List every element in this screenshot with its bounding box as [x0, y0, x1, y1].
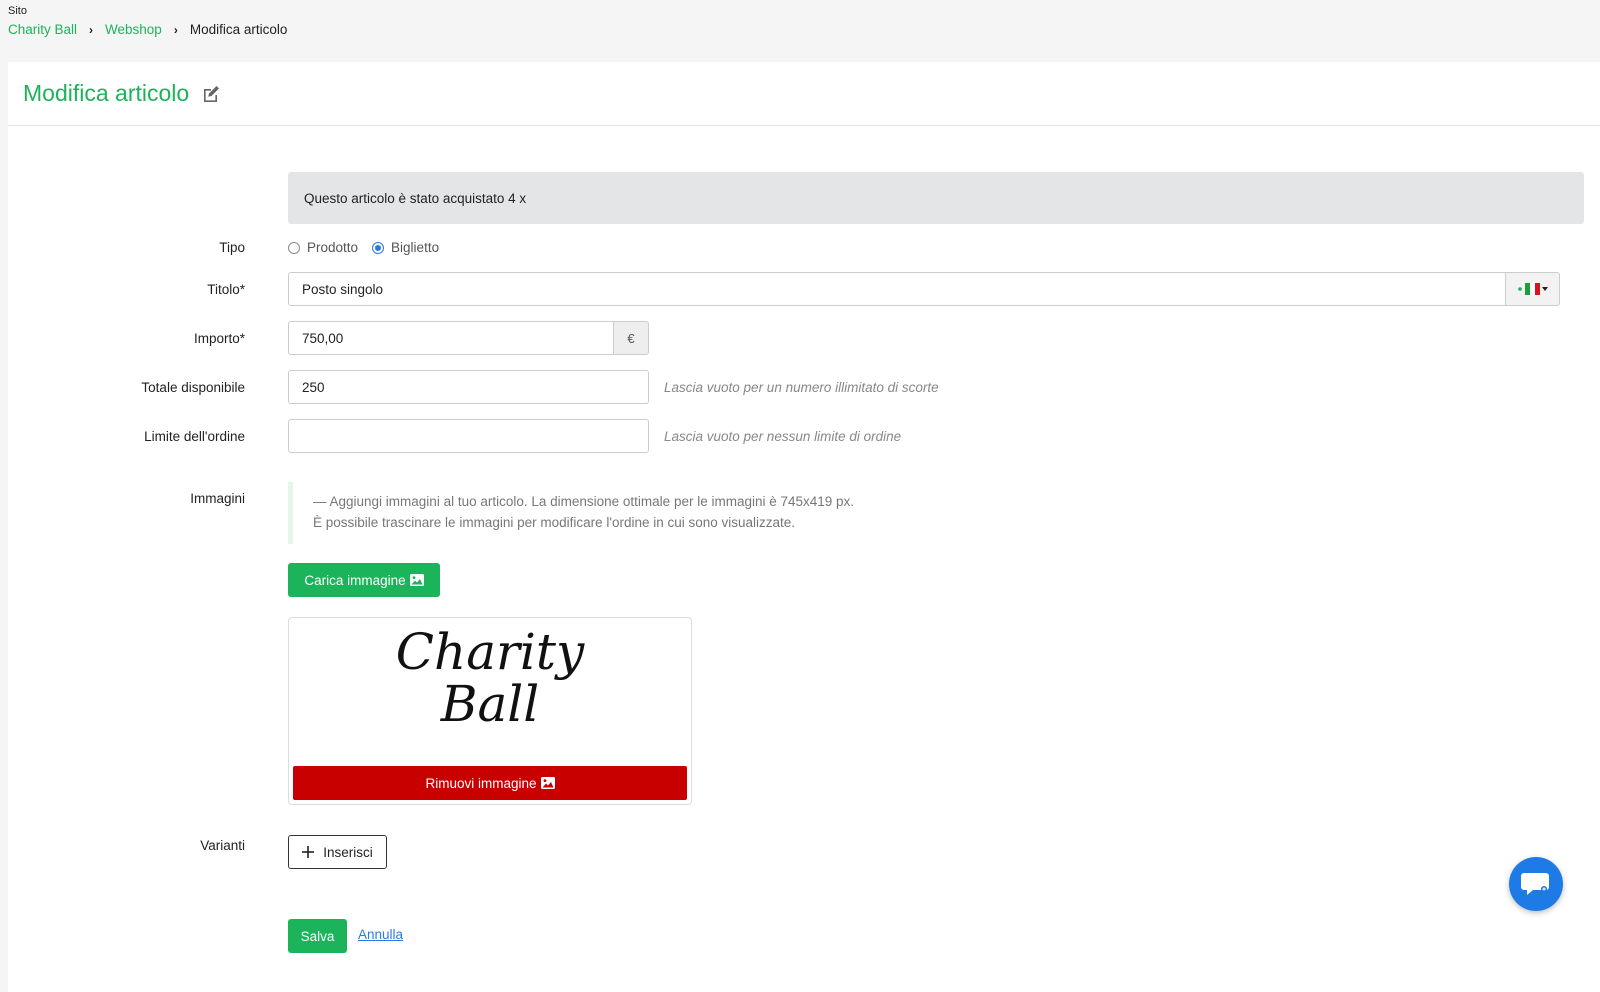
totale-hint: Lascia vuoto per un numero illimitato di… [664, 380, 939, 395]
plus-icon [302, 846, 315, 858]
breadcrumb-current: Modifica articolo [189, 22, 288, 37]
breadcrumb-separator: › [89, 22, 94, 37]
edit-panel: Modifica articolo Questo articolo è stat… [8, 62, 1600, 992]
edit-icon[interactable] [201, 84, 221, 104]
radio-biglietto-circle[interactable] [372, 241, 385, 254]
limite-hint: Lascia vuoto per nessun limite di ordine [664, 429, 902, 444]
charity-ball-logo-image: Charity Ball [395, 623, 585, 733]
radio-prodotto[interactable]: Prodotto [288, 240, 358, 255]
breadcrumb-webshop[interactable]: Webshop [105, 22, 162, 37]
radio-biglietto[interactable]: Biglietto [372, 240, 439, 255]
totale-label: Totale disponibile [141, 380, 245, 395]
save-button[interactable]: Salva [288, 919, 347, 953]
breadcrumb: Charity Ball › Webshop › Modifica artico… [8, 22, 287, 37]
image-icon [409, 574, 424, 586]
image-icon [540, 777, 555, 789]
currency-addon: € [613, 321, 649, 355]
page-title: Modifica articolo [23, 80, 190, 106]
limite-input[interactable] [288, 419, 649, 453]
chat-button[interactable] [1509, 857, 1563, 911]
italy-flag-icon [1517, 283, 1548, 295]
titolo-label: Titolo* [207, 282, 245, 297]
add-variant-label: Inserisci [323, 844, 373, 860]
importo-label: Importo* [193, 331, 245, 346]
importo-input[interactable]: 750,00 [288, 321, 614, 355]
image-preview-card: Charity Ball Rimuovi immagine [288, 617, 692, 805]
add-variant-button[interactable]: Inserisci [288, 835, 387, 869]
upload-image-button[interactable]: Carica immagine [288, 563, 440, 597]
upload-image-label: Carica immagine [304, 572, 406, 588]
radio-biglietto-label: Biglietto [391, 240, 440, 255]
radio-prodotto-circle[interactable] [288, 241, 300, 254]
tipo-label: Tipo [219, 240, 245, 255]
remove-image-button[interactable]: Rimuovi immagine [293, 766, 687, 800]
immagini-label: Immagini [190, 491, 245, 506]
language-dropdown[interactable] [1505, 272, 1560, 306]
titolo-input[interactable]: Posto singolo [288, 272, 1506, 306]
images-info-line2: È possibile trascinare le immagini per m… [313, 515, 796, 530]
panel-header: Modifica articolo [8, 62, 1600, 126]
site-label: Sito [8, 5, 27, 17]
remove-image-label: Rimuovi immagine [425, 775, 537, 791]
limite-label: Limite dell'ordine [144, 429, 245, 444]
totale-input[interactable]: 250 [288, 370, 649, 404]
chat-icon [1521, 871, 1551, 897]
breadcrumb-charity-ball[interactable]: Charity Ball [8, 22, 77, 37]
breadcrumb-separator: › [173, 22, 178, 37]
images-info-line1: — Aggiungi immagini al tuo articolo. La … [313, 494, 855, 509]
varianti-label: Varianti [200, 838, 245, 853]
radio-prodotto-label: Prodotto [307, 240, 359, 255]
cancel-link[interactable]: Annulla [358, 927, 403, 942]
purchase-alert: Questo articolo è stato acquistato 4 x [288, 172, 1584, 224]
tipo-radio-group: Prodotto Biglietto [288, 240, 453, 255]
images-info: — Aggiungi immagini al tuo articolo. La … [288, 482, 888, 544]
